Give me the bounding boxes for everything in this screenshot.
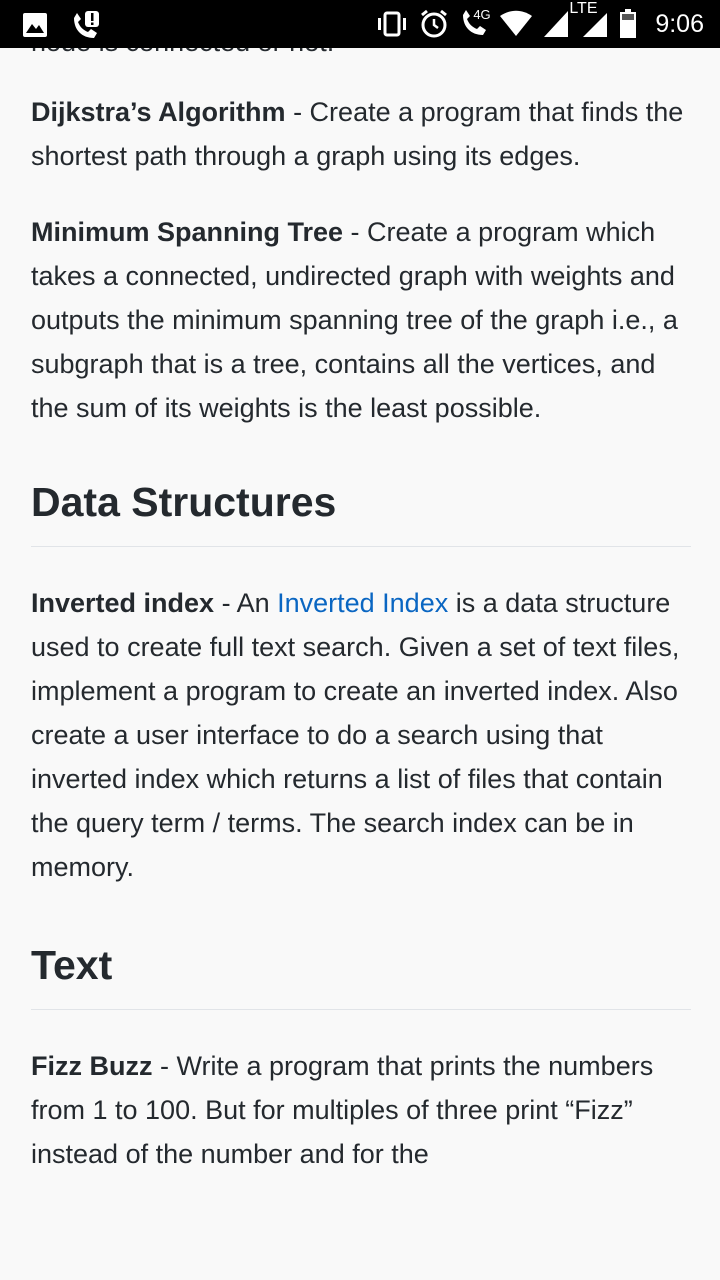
vibrate-icon xyxy=(375,10,409,38)
status-bar-left xyxy=(22,10,102,40)
dijkstra-term: Dijkstra’s Algorithm xyxy=(31,97,286,127)
inverted-index-link[interactable]: Inverted Index xyxy=(277,588,448,618)
inverted-index-paragraph: Inverted index - An Inverted Index is a … xyxy=(31,581,691,889)
inverted-index-prefix: - An xyxy=(214,588,278,618)
mst-paragraph: Minimum Spanning Tree - Create a program… xyxy=(31,210,691,430)
alarm-icon xyxy=(419,9,449,39)
text-heading: Text xyxy=(31,939,691,1010)
mst-term: Minimum Spanning Tree xyxy=(31,217,344,247)
inverted-index-description: is a data structure used to create full … xyxy=(31,588,680,882)
lte-signal-icon: LTE xyxy=(569,0,609,38)
wifi-icon xyxy=(499,10,533,38)
call-alert-icon xyxy=(70,10,102,40)
signal-icon xyxy=(543,10,569,38)
volte-call-icon: 4G xyxy=(459,7,491,39)
network-type-label: 4G xyxy=(473,7,491,22)
image-notification-icon xyxy=(22,12,48,38)
clock: 9:06 xyxy=(655,9,704,38)
article-content: node is connected or not. Dijkstra’s Alg… xyxy=(31,20,691,1176)
inverted-index-term: Inverted index xyxy=(31,588,215,618)
mst-description: - Create a program which takes a connect… xyxy=(31,217,678,423)
battery-icon xyxy=(619,9,637,39)
fizzbuzz-paragraph: Fizz Buzz - Write a program that prints … xyxy=(31,1044,691,1176)
lte-label: LTE xyxy=(569,0,598,17)
status-bar-right: 4G LTE 9:06 xyxy=(375,0,704,48)
status-bar: 4G LTE 9:06 xyxy=(0,0,720,48)
dijkstra-paragraph: Dijkstra’s Algorithm - Create a program … xyxy=(31,90,691,178)
fizzbuzz-term: Fizz Buzz xyxy=(31,1051,153,1081)
data-structures-heading: Data Structures xyxy=(31,476,691,547)
